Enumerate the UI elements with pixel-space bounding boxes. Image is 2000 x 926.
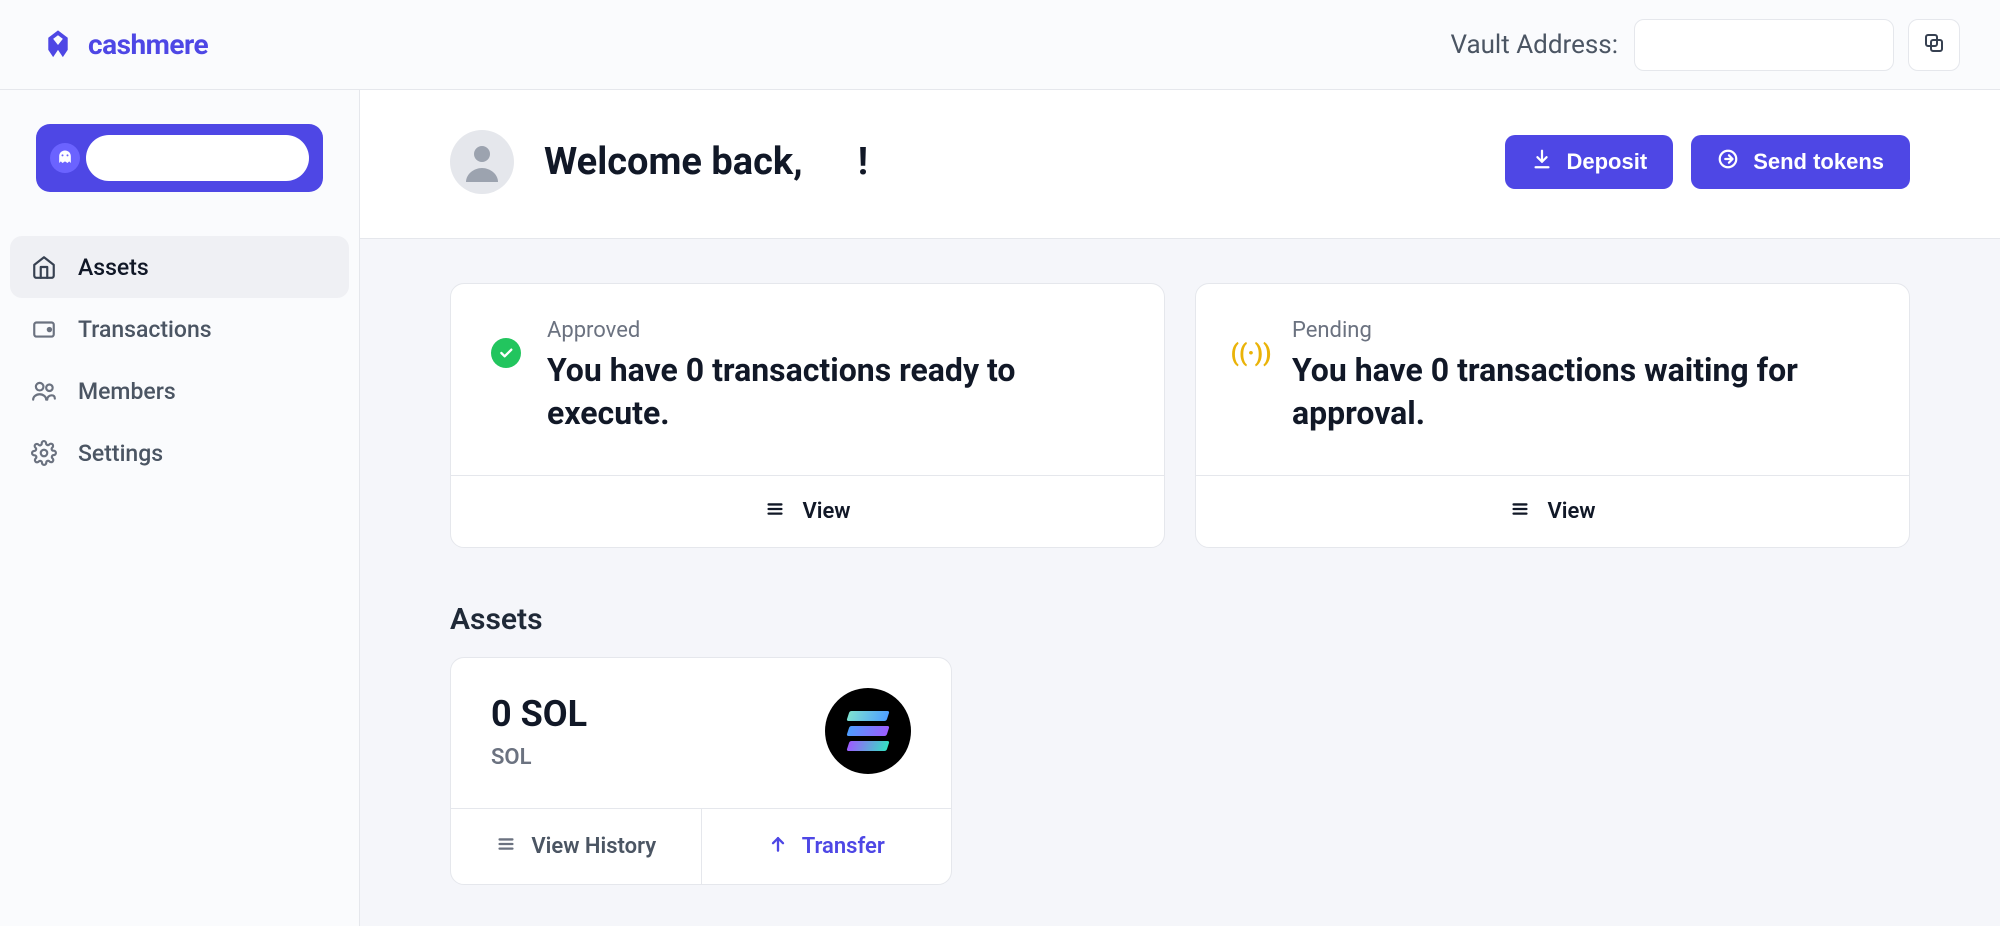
- welcome-greeting: Welcome back,: [544, 140, 803, 184]
- approved-message: You have 0 transactions ready to execute…: [547, 349, 1124, 435]
- pending-view-label: View: [1547, 499, 1595, 524]
- vault-address-input[interactable]: [1634, 19, 1894, 71]
- welcome-text: Welcome back, !: [544, 140, 868, 184]
- content: Approved You have 0 transactions ready t…: [360, 239, 2000, 926]
- sidebar-item-label: Transactions: [78, 316, 212, 343]
- wallet-icon: [30, 315, 58, 343]
- deposit-button-label: Deposit: [1567, 149, 1648, 175]
- broadcast-icon: ((·)): [1236, 338, 1266, 368]
- brand: cashmere: [40, 25, 208, 65]
- view-history-label: View History: [531, 834, 656, 859]
- pending-view-button[interactable]: View: [1196, 475, 1909, 547]
- ghost-icon: [50, 143, 80, 173]
- pending-label: Pending: [1292, 318, 1869, 343]
- arrow-right-circle-icon: [1717, 148, 1739, 176]
- sidebar-item-settings[interactable]: Settings: [10, 422, 349, 484]
- view-history-button[interactable]: View History: [451, 809, 701, 884]
- main: Welcome back, ! Deposit Send tokens: [360, 90, 2000, 926]
- sidebar-item-transactions[interactable]: Transactions: [10, 298, 349, 360]
- sidebar-item-label: Settings: [78, 440, 163, 467]
- copy-button[interactable]: [1908, 19, 1960, 71]
- list-icon: [1509, 498, 1531, 526]
- download-icon: [1531, 148, 1553, 176]
- gear-icon: [30, 439, 58, 467]
- brand-logo-icon: [40, 25, 76, 65]
- list-icon: [495, 833, 517, 861]
- approved-label: Approved: [547, 318, 1124, 343]
- wallet-address-pill: [86, 135, 309, 181]
- asset-symbol: SOL: [491, 745, 587, 770]
- sidebar: Assets Transactions Members Settings: [0, 90, 360, 926]
- transfer-label: Transfer: [802, 834, 885, 859]
- welcome-bar: Welcome back, ! Deposit Send tokens: [360, 90, 2000, 239]
- deposit-button[interactable]: Deposit: [1505, 135, 1674, 189]
- assets-section-title: Assets: [450, 602, 1910, 637]
- home-icon: [30, 253, 58, 281]
- asset-amount: 0 SOL: [491, 693, 587, 735]
- wallet-connector[interactable]: [36, 124, 323, 192]
- transfer-button[interactable]: Transfer: [701, 809, 952, 884]
- approved-view-button[interactable]: View: [451, 475, 1164, 547]
- welcome-suffix: !: [858, 140, 868, 184]
- sidebar-item-label: Members: [78, 378, 176, 405]
- approved-card: Approved You have 0 transactions ready t…: [450, 283, 1165, 548]
- list-icon: [764, 498, 786, 526]
- asset-card: 0 SOL SOL View History: [450, 657, 952, 885]
- copy-icon: [1922, 31, 1946, 59]
- solana-icon: [825, 688, 911, 774]
- check-circle-icon: [491, 338, 521, 368]
- arrow-up-icon: [768, 834, 788, 860]
- topbar: cashmere Vault Address:: [0, 0, 2000, 90]
- send-tokens-button-label: Send tokens: [1753, 149, 1884, 175]
- sidebar-item-label: Assets: [78, 254, 149, 281]
- sidebar-item-members[interactable]: Members: [10, 360, 349, 422]
- brand-name: cashmere: [88, 28, 208, 61]
- pending-card: ((·)) Pending You have 0 transactions wa…: [1195, 283, 1910, 548]
- pending-message: You have 0 transactions waiting for appr…: [1292, 349, 1869, 435]
- sidebar-item-assets[interactable]: Assets: [10, 236, 349, 298]
- approved-view-label: View: [802, 499, 850, 524]
- avatar: [450, 130, 514, 194]
- send-tokens-button[interactable]: Send tokens: [1691, 135, 1910, 189]
- vault-address-label: Vault Address:: [1450, 30, 1618, 60]
- users-icon: [30, 377, 58, 405]
